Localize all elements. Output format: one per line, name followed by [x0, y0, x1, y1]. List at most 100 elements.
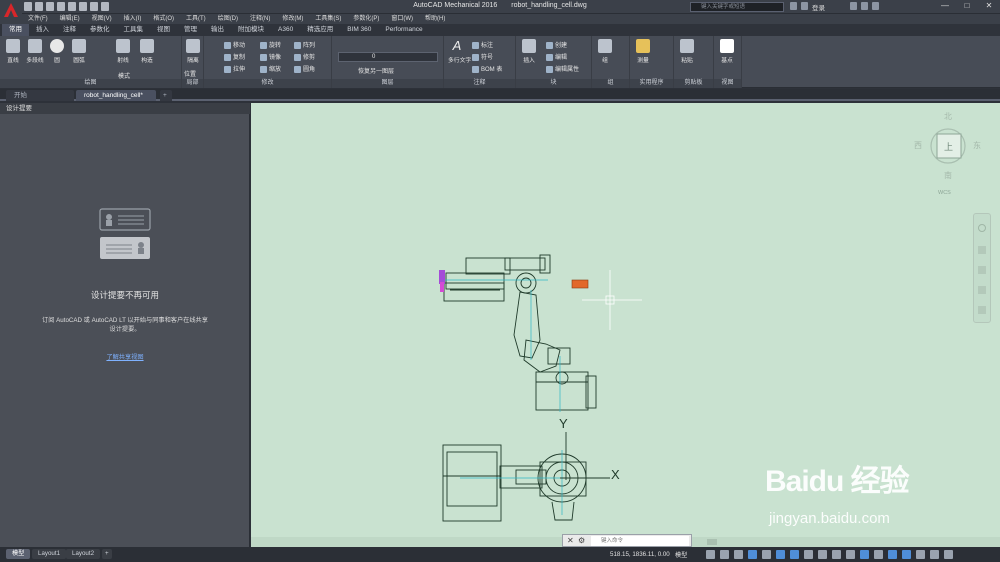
learn-shared-views-link[interactable]: 了解共享视图: [0, 352, 250, 361]
menu-item-4[interactable]: 格式(O): [153, 14, 174, 24]
group-button[interactable]: 组: [596, 39, 614, 64]
ribbon-tab-0[interactable]: 常用: [2, 24, 29, 36]
fillet-button[interactable]: 圆角: [294, 64, 315, 73]
group-panel-label[interactable]: 组: [592, 79, 629, 88]
block-group-label[interactable]: 块: [516, 79, 591, 88]
scrollbar-thumb[interactable]: [707, 539, 717, 545]
layer-group-label[interactable]: 图层: [332, 79, 443, 88]
polar-icon[interactable]: [748, 550, 757, 559]
ortho-icon[interactable]: [734, 550, 743, 559]
clipboard-group-label[interactable]: 剪贴板: [674, 79, 713, 88]
menu-item-12[interactable]: 帮助(H): [425, 14, 445, 24]
draw-group-label[interactable]: 绘图: [0, 79, 181, 88]
zoom-icon[interactable]: [978, 266, 986, 274]
selection-cycling-icon[interactable]: [832, 550, 841, 559]
search-input[interactable]: 键入关键字或短语: [690, 2, 784, 12]
search-tools[interactable]: [790, 2, 808, 10]
transparency-icon[interactable]: [818, 550, 827, 559]
command-input[interactable]: [591, 536, 689, 546]
steering-wheel-icon[interactable]: [978, 224, 986, 232]
scale-button[interactable]: 缩放: [260, 64, 281, 73]
login-button[interactable]: 登录: [812, 2, 825, 12]
hardware-acceleration-icon[interactable]: [916, 550, 925, 559]
modify-group-label[interactable]: 修改: [204, 79, 331, 88]
set-current-layer-button[interactable]: 恢复另一图层: [358, 66, 394, 75]
menu-item-5[interactable]: 工具(T): [186, 14, 206, 24]
command-line[interactable]: ✕ ⚙: [562, 534, 692, 547]
menu-item-9[interactable]: 工具集(S): [315, 14, 341, 24]
bom-button[interactable]: BOM 表: [472, 64, 502, 73]
pan-icon[interactable]: [978, 246, 986, 254]
viewcube-north[interactable]: 北: [944, 111, 952, 122]
object-snap-tracking-icon[interactable]: [776, 550, 785, 559]
view-cube[interactable]: 北 西 东 南 上 WCS: [914, 110, 988, 200]
array-button[interactable]: 阵列: [294, 40, 315, 49]
move-button[interactable]: 移动: [224, 40, 245, 49]
ribbon-tab-10[interactable]: 精选应用: [300, 24, 340, 36]
menu-item-0[interactable]: 文件(F): [28, 14, 48, 24]
maximize-icon[interactable]: □: [956, 0, 978, 13]
ribbon-tab-8[interactable]: 附加模块: [231, 24, 271, 36]
ribbon-tab-3[interactable]: 参数化: [83, 24, 117, 36]
add-layout-button[interactable]: +: [102, 549, 112, 559]
trim-button[interactable]: 修剪: [294, 52, 315, 61]
model-space-button[interactable]: 模型: [675, 550, 687, 559]
menu-item-6[interactable]: 绘图(D): [218, 14, 238, 24]
annotation-group-label[interactable]: 注释: [444, 79, 515, 88]
mirror-button[interactable]: 镜像: [260, 52, 281, 61]
wcs-menu[interactable]: WCS: [938, 190, 951, 196]
measure-button[interactable]: 测量: [634, 39, 652, 64]
polyline-button[interactable]: 多段线: [26, 39, 44, 64]
ribbon-tab-9[interactable]: A360: [271, 24, 300, 36]
tab-drawing[interactable]: robot_handling_cell*: [76, 90, 156, 101]
tab-model[interactable]: 模型: [6, 549, 31, 559]
stretch-button[interactable]: 拉伸: [224, 64, 245, 73]
view-group-label[interactable]: 视图: [714, 79, 741, 88]
ribbon-tab-12[interactable]: Performance: [378, 24, 429, 36]
user-icon[interactable]: [801, 2, 808, 10]
help-icon[interactable]: [872, 2, 879, 10]
units-icon[interactable]: [874, 550, 883, 559]
autocad-logo-icon[interactable]: [3, 2, 19, 18]
menu-item-11[interactable]: 窗口(W): [391, 14, 413, 24]
menu-item-7[interactable]: 注释(N): [250, 14, 270, 24]
clean-screen-icon[interactable]: [930, 550, 939, 559]
application-menu-button[interactable]: [0, 0, 22, 24]
tab-layout2[interactable]: Layout2: [66, 549, 101, 559]
ribbon-tab-7[interactable]: 输出: [204, 24, 231, 36]
annotation-scale-icon[interactable]: [846, 550, 855, 559]
workspace-switch-icon[interactable]: [860, 550, 869, 559]
menu-item-10[interactable]: 参数化(P): [353, 14, 379, 24]
help-tools[interactable]: [850, 2, 879, 10]
mtext-button[interactable]: A 多行文字: [448, 39, 471, 65]
insert-block-button[interactable]: 插入: [520, 39, 538, 64]
orbit-icon[interactable]: [978, 286, 986, 294]
viewcube-top-face[interactable]: 上: [944, 140, 953, 153]
tab-layout1[interactable]: Layout1: [32, 549, 67, 559]
close-command-icon[interactable]: ✕: [567, 536, 574, 545]
window-controls[interactable]: — □ ✕: [934, 0, 1000, 13]
viewcube-west[interactable]: 西: [914, 140, 922, 151]
autodesk-app-icon[interactable]: [861, 2, 868, 10]
object-snap-icon[interactable]: [790, 550, 799, 559]
ray-button[interactable]: 射线: [114, 39, 132, 64]
position-button[interactable]: 位置: [184, 69, 196, 78]
minimize-icon[interactable]: —: [934, 0, 956, 13]
dimension-button[interactable]: 标注: [472, 40, 493, 49]
line-button[interactable]: 直线: [4, 39, 22, 64]
layer-dropdown[interactable]: 0: [338, 52, 438, 62]
menu-item-8[interactable]: 修改(M): [282, 14, 303, 24]
viewcube-south[interactable]: 南: [944, 170, 952, 181]
isolate-objects-icon[interactable]: [902, 550, 911, 559]
quick-properties-icon[interactable]: [888, 550, 897, 559]
tab-start[interactable]: 开始: [6, 90, 74, 101]
menu-item-1[interactable]: 编辑(E): [60, 14, 80, 24]
create-block-button[interactable]: 创建: [546, 40, 567, 49]
copy-button[interactable]: 复制: [224, 52, 245, 61]
ribbon-tab-1[interactable]: 插入: [29, 24, 56, 36]
ribbon-tab-4[interactable]: 工具集: [117, 24, 151, 36]
ribbon-tab-11[interactable]: BIM 360: [340, 24, 378, 36]
menu-item-3[interactable]: 插入(I): [124, 14, 142, 24]
ribbon-tab-6[interactable]: 管理: [177, 24, 204, 36]
rotate-button[interactable]: 旋转: [260, 40, 281, 49]
